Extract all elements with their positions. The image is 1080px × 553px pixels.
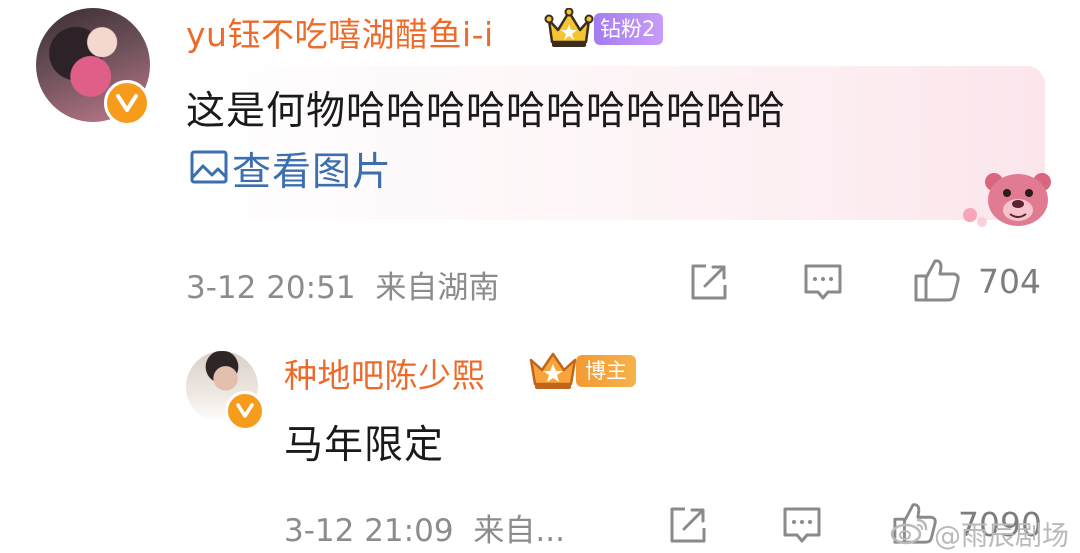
comment-meta: 3-12 20:51 来自湖南 xyxy=(186,262,499,307)
fan-level-badge: 钻粉2 xyxy=(594,13,664,45)
reply-time: 3-12 21:09 xyxy=(284,513,454,549)
view-image-link[interactable]: 查看图片 xyxy=(190,146,392,195)
reply-username[interactable]: 种地吧陈少熙 xyxy=(284,349,485,397)
verified-v-icon xyxy=(104,80,150,126)
lotso-bear-sticker xyxy=(952,160,1052,230)
comment-time: 3-12 20:51 xyxy=(186,270,356,306)
reply-meta: 3-12 21:09 来自... xyxy=(284,505,565,550)
share-icon[interactable] xyxy=(689,262,729,302)
reply-location: 来自... xyxy=(473,513,565,549)
blogger-badge: 博主 xyxy=(576,355,636,387)
share-icon[interactable] xyxy=(668,505,708,545)
crown-icon xyxy=(527,350,579,392)
watermark-text: @雨辰剧场 xyxy=(934,520,1069,552)
weibo-logo-icon xyxy=(890,515,930,552)
like-count: 704 xyxy=(978,262,1041,301)
verified-v-icon xyxy=(225,391,265,431)
crown-icon xyxy=(544,7,594,50)
comment-text: 这是何物哈哈哈哈哈哈哈哈哈哈哈 xyxy=(186,89,787,134)
reply-text: 马年限定 xyxy=(284,423,445,468)
image-icon xyxy=(190,150,228,188)
comment-icon[interactable] xyxy=(782,505,822,545)
username[interactable]: yu钰不吃嘻湖醋鱼i-i xyxy=(186,8,494,56)
thumbs-up-icon[interactable] xyxy=(913,257,961,303)
watermark: @雨辰剧场 xyxy=(890,515,1069,552)
comment-location: 来自湖南 xyxy=(375,270,500,306)
comment-icon[interactable] xyxy=(803,262,843,302)
view-image-label: 查看图片 xyxy=(232,150,393,195)
